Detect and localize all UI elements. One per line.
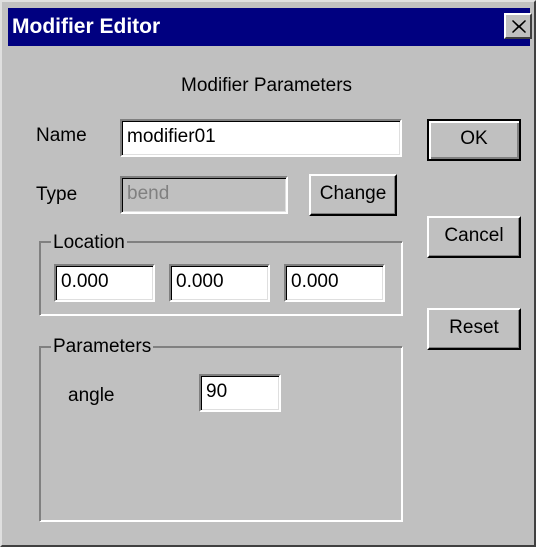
name-field[interactable]: modifier01	[120, 119, 402, 157]
location-z-field[interactable]: 0.000	[284, 264, 385, 302]
angle-field[interactable]: 90	[199, 374, 281, 412]
ok-button[interactable]: OK	[427, 119, 521, 161]
parameters-group	[39, 346, 403, 522]
location-y-field[interactable]: 0.000	[169, 264, 270, 302]
cancel-button[interactable]: Cancel	[427, 216, 521, 258]
change-button[interactable]: Change	[309, 174, 397, 216]
parameters-group-label: Parameters	[51, 336, 154, 358]
title-bar[interactable]: Modifier Editor	[8, 8, 532, 46]
dialog-heading: Modifier Parameters	[181, 75, 353, 96]
modifier-editor-dialog: Modifier Editor Modifier Parameters Name…	[0, 0, 536, 547]
close-icon	[512, 20, 526, 33]
type-field: bend	[120, 176, 288, 214]
type-label: Type	[36, 184, 78, 205]
location-group-label: Location	[51, 232, 127, 254]
reset-button[interactable]: Reset	[427, 308, 521, 350]
angle-label: angle	[68, 385, 115, 406]
location-x-field[interactable]: 0.000	[54, 264, 155, 302]
window-title: Modifier Editor	[12, 15, 161, 38]
close-button[interactable]	[504, 13, 532, 39]
name-label: Name	[36, 125, 87, 146]
